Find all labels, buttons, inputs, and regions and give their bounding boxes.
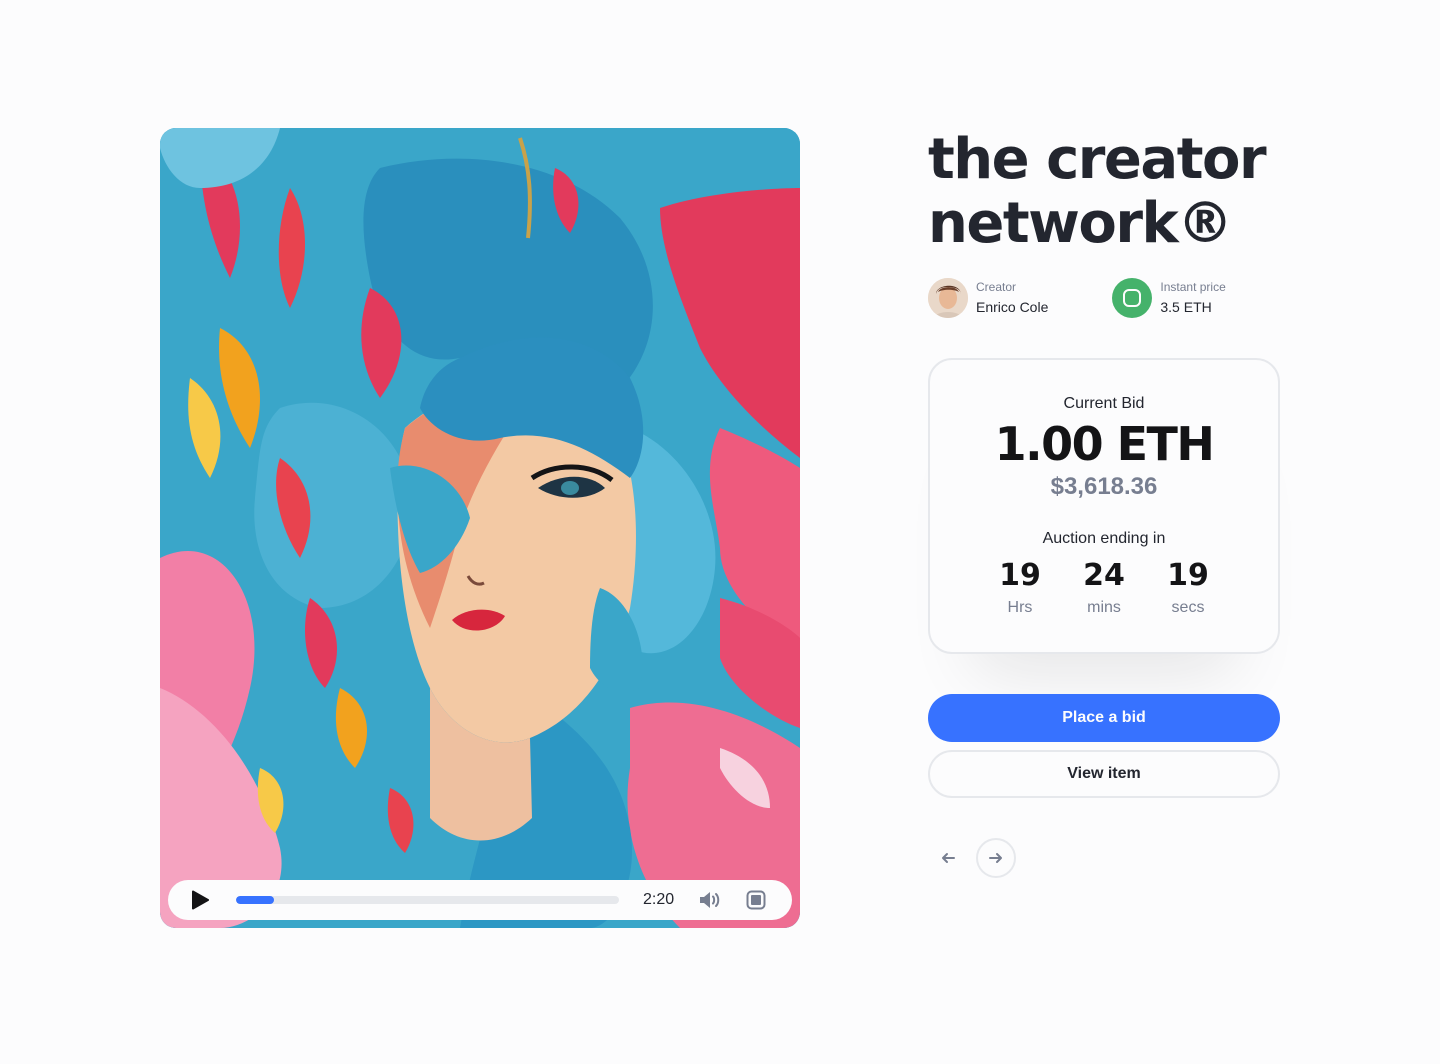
auction-countdown: 19 Hrs 24 mins 19 secs: [930, 557, 1278, 621]
fullscreen-button[interactable]: [746, 889, 768, 911]
countdown-minutes: 24 mins: [1072, 557, 1136, 621]
countdown-minutes-value: 24: [1083, 558, 1125, 593]
item-meta: Creator Enrico Cole Instant price 3.5 ET…: [928, 278, 1280, 318]
countdown-hours-value: 19: [999, 558, 1041, 593]
volume-icon: [700, 892, 720, 908]
slider-navigation: [928, 838, 1280, 878]
place-bid-button[interactable]: Place a bid: [928, 694, 1280, 742]
creator-name: Enrico Cole: [976, 299, 1049, 315]
countdown-minutes-unit: mins: [1087, 599, 1121, 616]
video-player-controls: 2:20: [168, 880, 792, 920]
price-badge-icon: [1112, 278, 1153, 318]
countdown-hours: 19 Hrs: [988, 557, 1052, 621]
instant-price-info: Instant price 3.5 ETH: [1112, 278, 1226, 318]
countdown-hours-unit: Hrs: [1007, 599, 1033, 616]
previous-button[interactable]: [928, 838, 968, 878]
artwork-preview: 2:20: [160, 128, 800, 928]
item-details: the creatornetwork® Creator Enrico Cole: [928, 128, 1280, 878]
play-button[interactable]: [190, 889, 210, 911]
countdown-seconds: 19 secs: [1156, 557, 1220, 621]
current-bid-card: Current Bid 1.00 ETH $3,618.36 Auction e…: [928, 358, 1280, 654]
playback-progress-bar[interactable]: [236, 896, 619, 904]
next-button[interactable]: [976, 838, 1016, 878]
fullscreen-icon: [746, 890, 766, 910]
volume-button[interactable]: [698, 889, 724, 911]
play-icon: [192, 890, 209, 910]
current-bid-eth: 1.00 ETH: [994, 417, 1215, 471]
creator-label: Creator: [976, 280, 1017, 294]
instant-price-label: Instant price: [1160, 280, 1226, 294]
arrow-right-icon: [989, 853, 1002, 863]
view-item-button[interactable]: View item: [928, 750, 1280, 798]
playback-progress-fill: [236, 896, 275, 904]
playback-time: 2:20: [643, 891, 675, 908]
current-bid-usd: $3,618.36: [1050, 473, 1158, 500]
artwork-image: [160, 128, 800, 928]
auction-ending-label: Auction ending in: [1042, 530, 1166, 547]
countdown-seconds-value: 19: [1167, 558, 1209, 593]
current-bid-label: Current Bid: [1063, 395, 1145, 412]
creator-avatar: [928, 278, 968, 318]
item-title: the creator network®: [928, 127, 1267, 256]
instant-price-value: 3.5 ETH: [1160, 299, 1212, 315]
countdown-seconds-unit: secs: [1171, 599, 1205, 616]
creator-info[interactable]: Creator Enrico Cole: [928, 278, 1048, 318]
arrow-left-icon: [942, 853, 955, 863]
